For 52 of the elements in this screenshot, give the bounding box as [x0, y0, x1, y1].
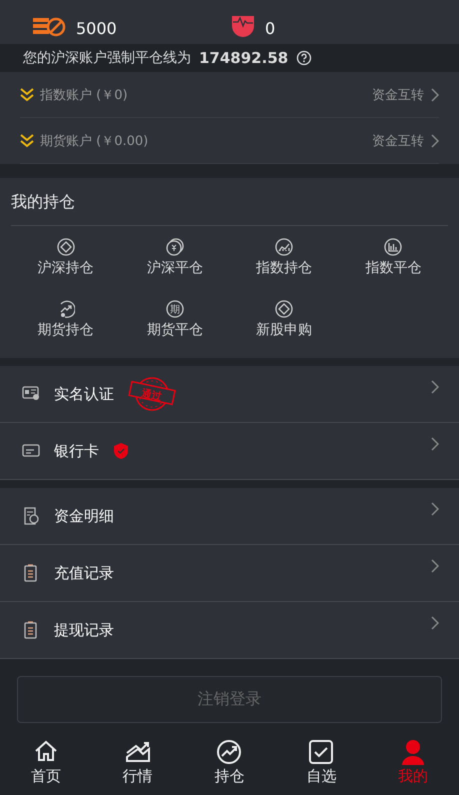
chart-icon	[275, 238, 294, 256]
tab[interactable]: 行情	[92, 735, 184, 795]
menu-label: 提现记录	[54, 620, 114, 640]
holding-shortcut[interactable]: 指数平仓	[338, 236, 448, 292]
transfer-link[interactable]: 资金互转	[372, 86, 424, 104]
liquidation-amount: 174892.58	[199, 49, 288, 67]
tab[interactable]: 首页	[0, 735, 92, 795]
chevron-icon	[430, 88, 439, 102]
coins-icon	[166, 238, 184, 256]
menu-label: 资金明细	[54, 506, 114, 526]
bars-icon	[384, 238, 402, 256]
checkbox-icon	[308, 739, 334, 765]
chevron-icon	[430, 502, 439, 516]
account-name: 期货账户 (￥0.00)	[40, 132, 150, 150]
chevron-icon	[430, 616, 439, 630]
coins-icon	[32, 16, 66, 38]
transfer-link[interactable]: 资金互转	[372, 132, 424, 150]
holding-shortcut[interactable]: 期货持仓	[11, 298, 120, 354]
menu-label: 银行卡	[54, 442, 99, 460]
section-title: 我的持仓	[11, 178, 448, 226]
chart-icon	[124, 739, 151, 765]
menu-item[interactable]: 银行卡	[0, 423, 459, 480]
holding-shortcut[interactable]: 指数持仓	[230, 236, 339, 292]
holding-shortcut[interactable]: 沪深持仓	[11, 236, 120, 292]
tab[interactable]: 持仓	[184, 735, 276, 795]
holding-shortcut[interactable]: 沪深平仓	[120, 236, 230, 292]
menu-label: 充值记录	[54, 564, 114, 582]
holding-shortcut[interactable]: 期 期货平仓	[120, 298, 230, 354]
menu-item[interactable]: 实名认证 通过	[0, 366, 459, 423]
chevron-icon	[430, 559, 439, 573]
double-chevron-icon	[20, 134, 34, 148]
glyph-icon: 期	[166, 300, 184, 318]
stat-value: 0	[265, 20, 276, 38]
menu-item[interactable]: 提现记录	[0, 602, 459, 659]
menu-item[interactable]: 充值记录	[0, 545, 459, 602]
chevron-icon	[430, 380, 439, 394]
menu-label: 实名认证	[54, 384, 114, 404]
notice-text: 您的沪深账户强制平仓线为	[23, 49, 191, 67]
id-card-icon	[22, 385, 40, 403]
account-name: 指数账户 (￥0)	[40, 86, 129, 104]
stat-value: 5000	[76, 20, 117, 38]
menu-item[interactable]: 资金明细	[0, 488, 459, 545]
help-icon	[296, 50, 312, 66]
person-icon	[400, 739, 426, 765]
double-chevron-icon	[20, 88, 34, 102]
trend-circle-icon	[216, 739, 242, 765]
holding-shortcut[interactable]: 新股申购	[230, 298, 339, 354]
ledger-icon	[22, 507, 40, 525]
pulse-icon	[231, 16, 255, 38]
chevron-icon	[430, 134, 439, 148]
chevron-icon	[430, 437, 439, 451]
tab[interactable]: 自选	[275, 735, 368, 795]
